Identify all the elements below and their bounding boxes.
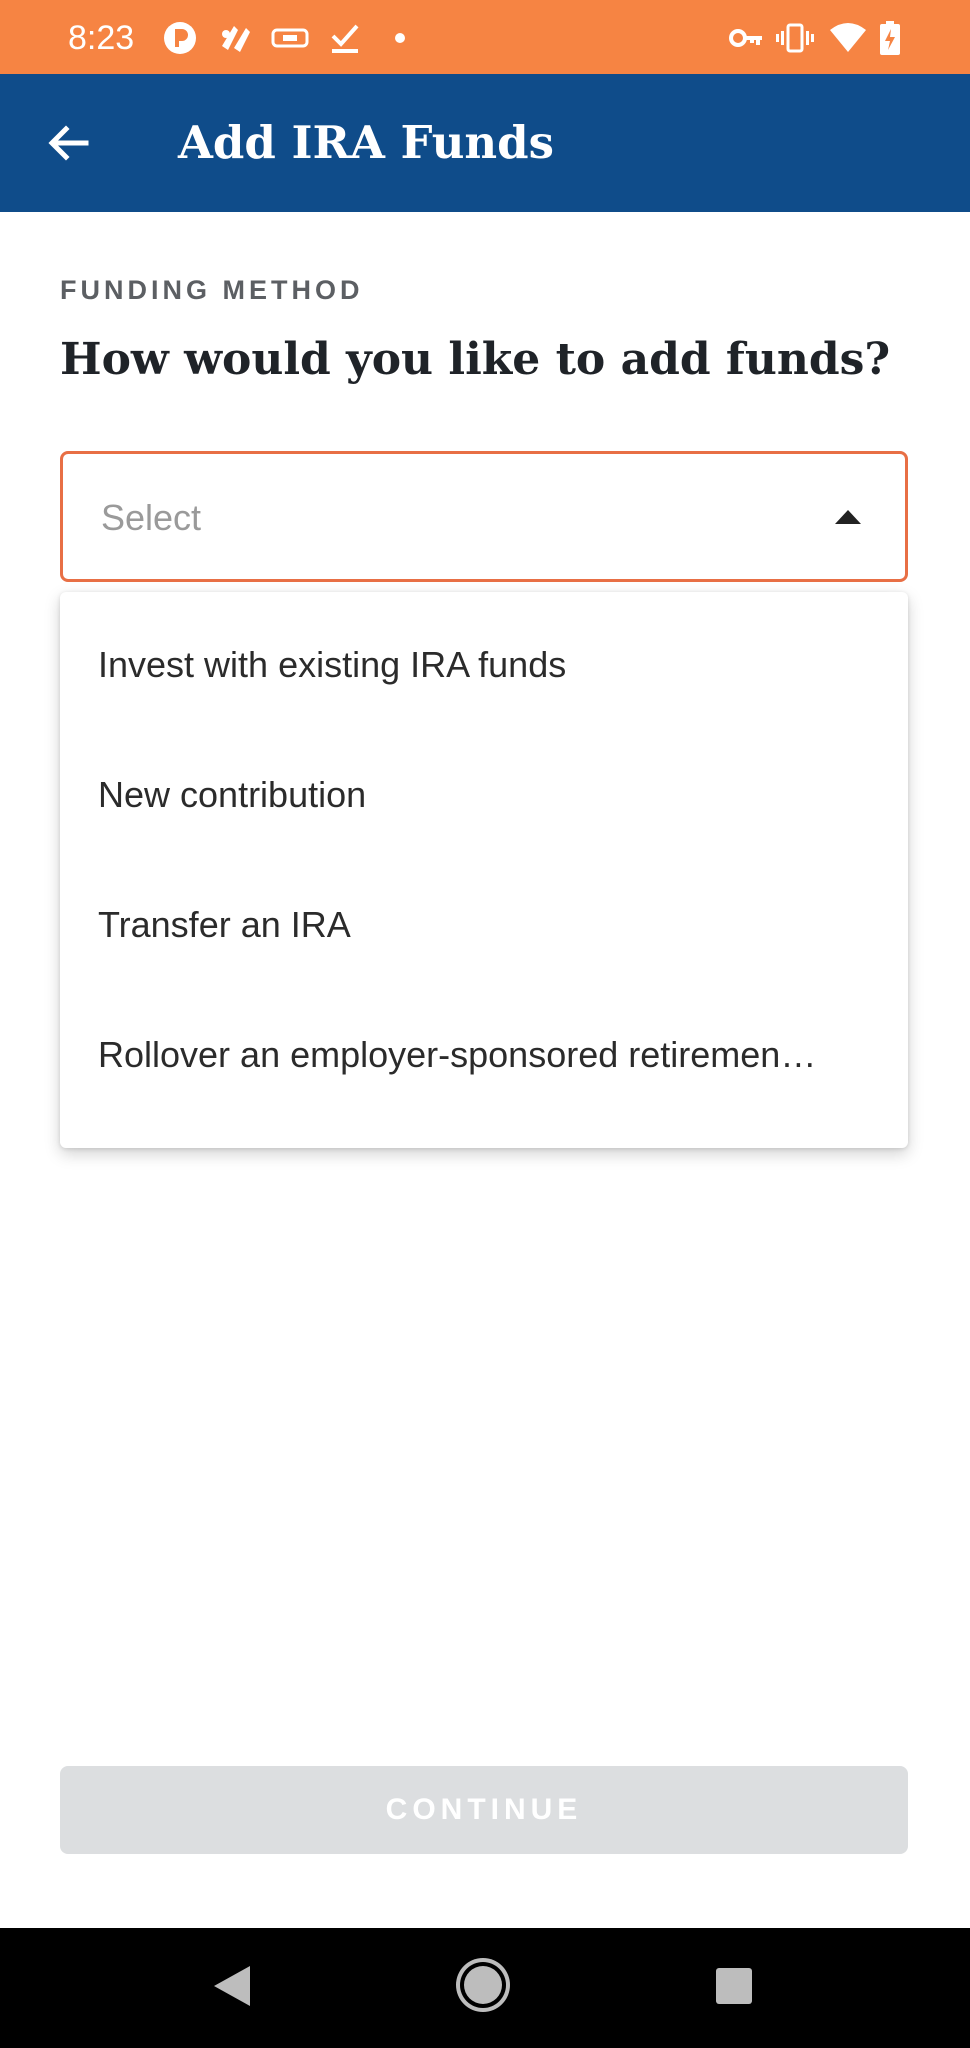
system-nav-bar [0,1928,970,2048]
menu-item-label: New contribution [98,774,367,815]
menu-item-transfer-ira[interactable]: Transfer an IRA [60,860,908,990]
wifi-icon [830,23,866,52]
caret-up-icon [835,510,861,524]
menu-item-invest-existing[interactable]: Invest with existing IRA funds [60,600,908,730]
back-button[interactable] [36,109,100,177]
menu-item-new-contribution[interactable]: New contribution [60,730,908,860]
nav-home-icon[interactable] [464,1966,502,2004]
download-done-icon [331,24,359,53]
app-icon [222,26,250,52]
page-title: Add IRA Funds [178,116,554,169]
key-icon [729,29,762,47]
status-bar: 8:23 [0,0,970,74]
arrow-left-icon [48,125,89,161]
pocket-icon [164,22,196,54]
nav-recents-icon[interactable] [716,1968,752,2004]
menu-item-rollover[interactable]: Rollover an employer-sponsored retiremen… [60,990,908,1120]
ticket-icon [271,28,309,48]
nav-back-icon[interactable] [214,1966,250,2006]
menu-item-label: Rollover an employer-sponsored retiremen… [98,1034,817,1075]
status-time: 8:23 [68,19,135,57]
dot-icon [395,33,405,43]
menu-item-label: Invest with existing IRA funds [98,644,567,685]
vibrate-icon [776,23,814,53]
dropdown-menu: Invest with existing IRA funds New contr… [60,592,908,1148]
menu-item-label: Transfer an IRA [98,904,351,945]
section-label: FUNDING METHOD [60,275,364,305]
app-bar: Add IRA Funds [0,74,970,212]
funding-method-select[interactable]: Select [60,451,908,582]
select-placeholder: Select [101,497,202,538]
question-heading: How would you like to add funds? [60,334,891,385]
battery-charging-icon [880,21,900,55]
continue-button[interactable]: CONTINUE [60,1766,908,1854]
